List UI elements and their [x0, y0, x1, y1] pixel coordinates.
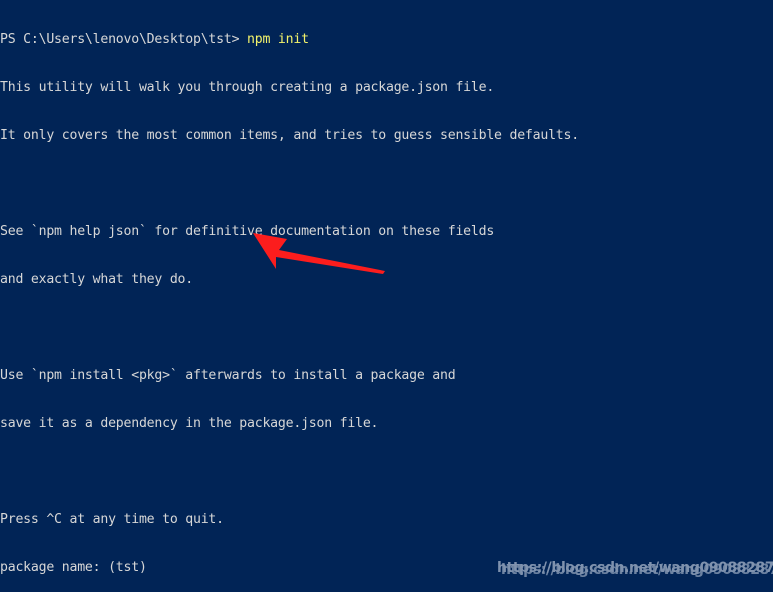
terminal-output[interactable]: PS C:\Users\lenovo\Desktop\tst> npm init…	[0, 0, 773, 592]
terminal-line: and exactly what they do.	[0, 272, 193, 287]
powershell-window: PS C:\Users\lenovo\Desktop\tst> npm init…	[0, 0, 773, 592]
prompt-prefix: PS C:\Users\lenovo\Desktop\tst>	[0, 32, 248, 47]
terminal-line: See `npm help json` for definitive docum…	[0, 224, 495, 239]
watermark: https://blog.csdn.net/wang0908828749 htt…	[497, 558, 773, 580]
terminal-line: save it as a dependency in the package.j…	[0, 416, 379, 431]
terminal-line: Press ^C at any time to quit.	[0, 512, 224, 527]
terminal-line: It only covers the most common items, an…	[0, 128, 579, 143]
terminal-prompt-line-first: PS C:\Users\lenovo\Desktop\tst> npm init	[0, 32, 773, 48]
watermark-text-shadow: https://blog.csdn.net/wang0908828749	[501, 562, 773, 578]
terminal-line: Use `npm install <pkg>` afterwards to in…	[0, 368, 456, 383]
command-npm-init: npm init	[247, 32, 309, 47]
terminal-line: This utility will walk you through creat…	[0, 80, 495, 95]
